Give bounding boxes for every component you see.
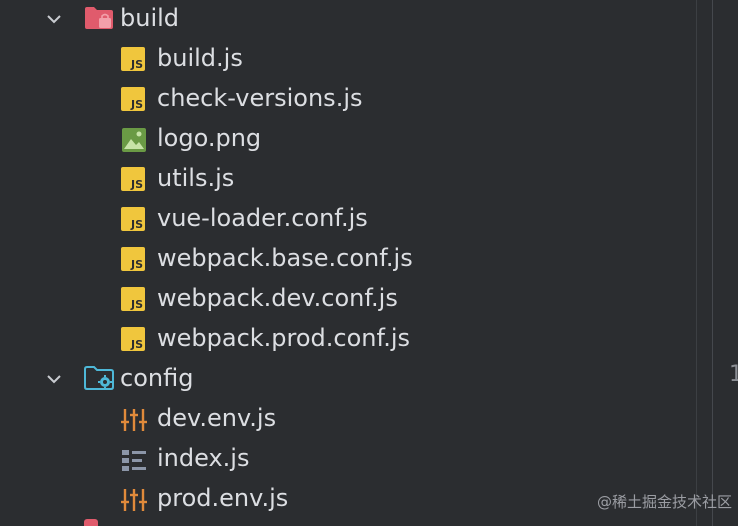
tree-file-webpack-prod-conf-js[interactable]: JS webpack.prod.conf.js [0,320,700,360]
tree-file-webpack-base-conf-js[interactable]: JS webpack.base.conf.js [0,240,700,280]
tree-folder-build[interactable]: build [0,0,700,40]
panel-divider[interactable] [696,0,697,526]
file-label: vue-loader.conf.js [157,204,368,232]
tree-file-dev-env-js[interactable]: dev.env.js [0,400,700,440]
file-label: dev.env.js [157,404,277,432]
file-label: utils.js [157,164,235,192]
next-folder-icon-partial [84,519,98,526]
tree-file-prod-env-js[interactable]: prod.env.js [0,480,700,520]
file-label: logo.png [157,124,262,152]
tree-file-index-js[interactable]: index.js [0,440,700,480]
file-label: webpack.dev.conf.js [157,284,398,312]
file-label: webpack.base.conf.js [157,244,413,272]
config-folder-icon [84,366,114,390]
tree-file-logo-png[interactable]: logo.png [0,120,700,160]
tree-file-build-js[interactable]: JS build.js [0,40,700,80]
tree-file-utils-js[interactable]: JS utils.js [0,160,700,200]
js-file-icon: JS [121,87,145,111]
chevron-down-icon[interactable] [44,369,64,389]
file-label: webpack.prod.conf.js [157,324,411,352]
js-file-icon: JS [121,47,145,71]
tree-file-check-versions-js[interactable]: JS check-versions.js [0,80,700,120]
js-file-icon: JS [121,247,145,271]
settings-file-icon [121,489,147,511]
project-tree: build JS build.js JS check-versions.js l… [0,0,712,526]
editor-gutter [712,0,738,526]
js-file-icon: JS [121,327,145,351]
file-label: index.js [157,444,250,472]
image-file-icon [122,128,146,152]
tree-file-vue-loader-conf-js[interactable]: JS vue-loader.conf.js [0,200,700,240]
file-label: check-versions.js [157,84,363,112]
chevron-down-icon[interactable] [44,9,64,29]
file-label: build.js [157,44,243,72]
watermark: @稀土掘金技术社区 [596,493,732,511]
tree-folder-config[interactable]: config [0,360,700,400]
folder-label-build: build [120,4,180,32]
file-label: prod.env.js [157,484,289,512]
folder-label-config: config [120,364,194,392]
build-folder-icon [85,7,113,29]
settings-file-icon [121,409,147,431]
list-file-icon [122,450,146,471]
js-file-icon: JS [121,207,145,231]
tree-file-webpack-dev-conf-js[interactable]: JS webpack.dev.conf.js [0,280,700,320]
js-file-icon: JS [121,167,145,191]
js-file-icon: JS [121,287,145,311]
gutter-line-number: 1 [729,362,738,387]
